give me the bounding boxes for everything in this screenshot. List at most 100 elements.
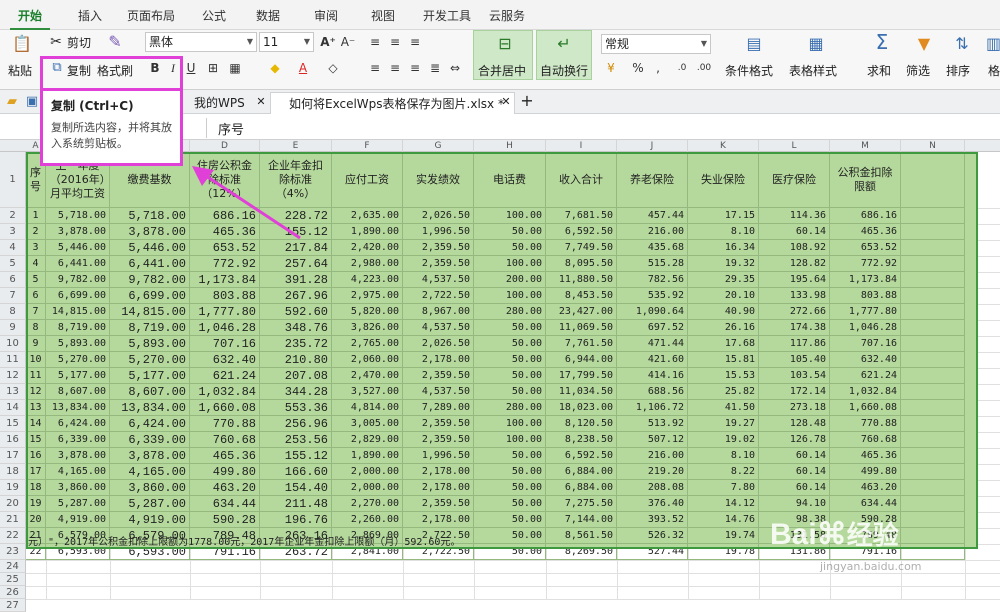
- table-cell[interactable]: 2,359.50: [403, 496, 474, 512]
- table-cell[interactable]: 803.88: [190, 288, 260, 304]
- table-header-cell[interactable]: 失业保险: [688, 152, 759, 208]
- table-cell[interactable]: 50.00: [474, 384, 546, 400]
- table-cell[interactable]: 463.20: [830, 480, 901, 496]
- table-cell[interactable]: 1,173.84: [190, 272, 260, 288]
- format-button-cut[interactable]: 格: [988, 62, 1000, 79]
- row-header[interactable]: 19: [0, 480, 26, 496]
- table-cell[interactable]: 376.40: [617, 496, 688, 512]
- table-cell[interactable]: 4,919.00: [110, 512, 190, 528]
- table-cell[interactable]: 1,660.08: [830, 400, 901, 416]
- table-cell[interactable]: 114.36: [759, 208, 830, 224]
- table-cell[interactable]: 634.44: [190, 496, 260, 512]
- table-cell[interactable]: 15.81: [688, 352, 759, 368]
- scissors-icon[interactable]: ✂: [47, 32, 65, 52]
- table-cell[interactable]: 6,592.50: [546, 448, 617, 464]
- table-cell[interactable]: 2,765.00: [332, 336, 403, 352]
- row-header[interactable]: 4: [0, 240, 26, 256]
- row-header[interactable]: 25: [0, 573, 26, 586]
- table-cell[interactable]: [901, 384, 965, 400]
- tab-view[interactable]: 视图: [371, 6, 395, 26]
- table-cell[interactable]: 17: [26, 464, 46, 480]
- row-header[interactable]: 7: [0, 288, 26, 304]
- table-cell[interactable]: 60.14: [759, 448, 830, 464]
- row-header[interactable]: 9: [0, 320, 26, 336]
- table-cell[interactable]: 216.00: [617, 224, 688, 240]
- table-cell[interactable]: 41.50: [688, 400, 759, 416]
- table-cell[interactable]: 100.00: [474, 432, 546, 448]
- table-cell[interactable]: 211.48: [260, 496, 332, 512]
- row-header[interactable]: 8: [0, 304, 26, 320]
- row-header[interactable]: 22: [0, 528, 26, 544]
- table-style-button[interactable]: 表格样式: [789, 62, 837, 79]
- column-header[interactable]: J: [617, 140, 688, 152]
- table-cell[interactable]: 4,537.50: [403, 384, 474, 400]
- table-cell[interactable]: 553.36: [260, 400, 332, 416]
- table-cell[interactable]: 8,719.00: [110, 320, 190, 336]
- table-cell[interactable]: 4,537.50: [403, 320, 474, 336]
- table-cell[interactable]: 507.12: [617, 432, 688, 448]
- table-cell[interactable]: 26.16: [688, 320, 759, 336]
- table-cell[interactable]: 1,106.72: [617, 400, 688, 416]
- table-cell[interactable]: 463.20: [190, 480, 260, 496]
- sort-icon[interactable]: ⇅: [950, 34, 974, 54]
- table-cell[interactable]: 2,000.00: [332, 464, 403, 480]
- table-header-cell[interactable]: 实发绩效: [403, 152, 474, 208]
- table-cell[interactable]: 50.00: [474, 480, 546, 496]
- close-file-icon[interactable]: ✕: [500, 92, 512, 112]
- close-icon[interactable]: ✕: [255, 92, 267, 112]
- table-cell[interactable]: 2,178.00: [403, 464, 474, 480]
- table-cell[interactable]: 23,427.00: [546, 304, 617, 320]
- table-cell[interactable]: 11,069.50: [546, 320, 617, 336]
- table-cell[interactable]: 5,893.00: [46, 336, 110, 352]
- table-cell[interactable]: 6,884.00: [546, 480, 617, 496]
- eraser-icon[interactable]: ✎: [106, 32, 124, 52]
- row-header[interactable]: 16: [0, 432, 26, 448]
- tab-data[interactable]: 数据: [256, 6, 280, 26]
- table-cell[interactable]: 8.10: [688, 448, 759, 464]
- table-cell[interactable]: 6,339.00: [110, 432, 190, 448]
- row-header[interactable]: 27: [0, 599, 26, 612]
- column-header[interactable]: F: [332, 140, 403, 152]
- table-cell[interactable]: 2,359.50: [403, 432, 474, 448]
- table-cell[interactable]: 3,860.00: [46, 480, 110, 496]
- fill-color-icon[interactable]: ◆: [265, 58, 285, 78]
- table-cell[interactable]: 2,722.50: [403, 288, 474, 304]
- row-header[interactable]: 20: [0, 496, 26, 512]
- table-header-cell[interactable]: 公积金扣除限额: [830, 152, 901, 208]
- table-cell[interactable]: 515.28: [617, 256, 688, 272]
- table-cell[interactable]: 50.00: [474, 240, 546, 256]
- sum-icon[interactable]: Σ: [870, 32, 894, 52]
- paste-icon[interactable]: 📋: [10, 34, 34, 54]
- table-cell[interactable]: 117.86: [759, 336, 830, 352]
- table-cell[interactable]: 15.53: [688, 368, 759, 384]
- table-cell[interactable]: [901, 432, 965, 448]
- shrink-font-icon[interactable]: A⁻: [338, 32, 358, 52]
- table-cell[interactable]: 7.80: [688, 480, 759, 496]
- column-header[interactable]: G: [403, 140, 474, 152]
- table-cell[interactable]: 7,681.50: [546, 208, 617, 224]
- table-cell[interactable]: 634.44: [830, 496, 901, 512]
- table-cell[interactable]: 7,289.00: [403, 400, 474, 416]
- distribute-icon[interactable]: ⇔: [445, 58, 465, 78]
- table-cell[interactable]: 632.40: [190, 352, 260, 368]
- table-cell[interactable]: [901, 224, 965, 240]
- table-cell[interactable]: 154.40: [260, 480, 332, 496]
- grow-font-icon[interactable]: A⁺: [318, 32, 338, 52]
- table-cell[interactable]: 8,238.50: [546, 432, 617, 448]
- table-cell[interactable]: 5,718.00: [110, 208, 190, 224]
- table-cell[interactable]: 6,884.00: [546, 464, 617, 480]
- table-cell[interactable]: 196.76: [260, 512, 332, 528]
- filter-button[interactable]: 筛选: [906, 62, 930, 79]
- table-cell[interactable]: 3,826.00: [332, 320, 403, 336]
- table-cell[interactable]: 6,441.00: [46, 256, 110, 272]
- table-cell[interactable]: 15: [26, 432, 46, 448]
- table-cell[interactable]: 7,144.00: [546, 512, 617, 528]
- table-cell[interactable]: 592.60: [260, 304, 332, 320]
- table-cell[interactable]: 50.00: [474, 336, 546, 352]
- table-cell[interactable]: 20.10: [688, 288, 759, 304]
- table-cell[interactable]: 803.88: [830, 288, 901, 304]
- table-cell[interactable]: 273.18: [759, 400, 830, 416]
- table-cell[interactable]: 253.56: [260, 432, 332, 448]
- table-cell[interactable]: 10: [26, 352, 46, 368]
- table-cell[interactable]: 128.82: [759, 256, 830, 272]
